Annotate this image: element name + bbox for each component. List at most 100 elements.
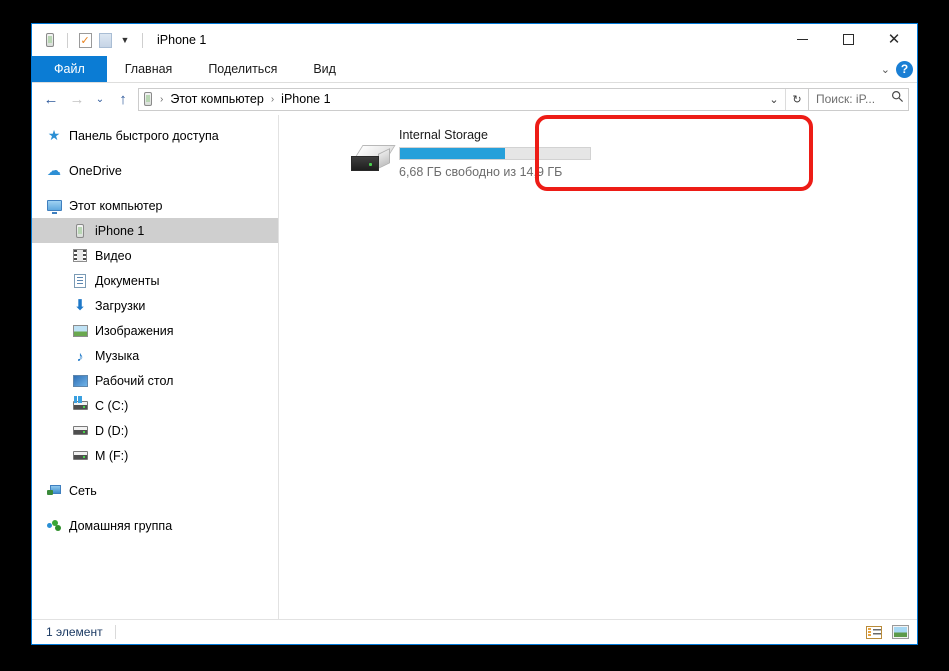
sidebar-item-network[interactable]: Сеть (32, 478, 278, 503)
sidebar-item-videos[interactable]: Видео (32, 243, 278, 268)
quick-access-toolbar: ✓ ▼ (32, 30, 150, 50)
window-controls: ✕ (779, 24, 917, 55)
details-view-button[interactable] (865, 624, 883, 640)
storage-progress-bar (399, 146, 591, 160)
sidebar-item-label: OneDrive (69, 163, 122, 178)
tab-view[interactable]: Вид (295, 56, 354, 82)
navigation-pane: ★ Панель быстрого доступа ☁ OneDrive Это… (32, 115, 279, 619)
address-device-icon (139, 92, 156, 106)
new-folder-icon[interactable] (95, 30, 115, 50)
sidebar-item-label: Домашняя группа (69, 518, 173, 533)
breadcrumb-separator-1: › (160, 93, 164, 105)
homegroup-icon (46, 518, 62, 534)
tab-file[interactable]: Файл (32, 56, 107, 82)
title-bar: ✓ ▼ iPhone 1 ✕ (32, 24, 917, 56)
sidebar-item-music[interactable]: ♪ Музыка (32, 343, 278, 368)
explorer-window: ✓ ▼ iPhone 1 ✕ Файл Главная Поделиться В… (31, 23, 918, 645)
refresh-icon[interactable]: ↻ (785, 88, 808, 110)
address-dropdown-icon[interactable]: ⌄ (763, 89, 785, 110)
storage-progress-fill (400, 147, 505, 159)
phone-icon (72, 223, 88, 239)
sidebar-item-label: Панель быстрого доступа (69, 128, 219, 143)
desktop-icon (72, 373, 88, 389)
sidebar-item-label: Сеть (69, 483, 97, 498)
drive-icon (72, 423, 88, 439)
up-button[interactable]: ↑ (110, 86, 136, 112)
maximize-button[interactable] (825, 24, 871, 55)
document-icon (72, 273, 88, 289)
view-mode-buttons (865, 624, 909, 640)
sidebar-item-label: D (D:) (95, 423, 129, 438)
properties-icon[interactable]: ✓ (75, 30, 95, 50)
sidebar-item-quick-access[interactable]: ★ Панель быстрого доступа (32, 123, 278, 148)
sidebar-item-label: Видео (95, 248, 132, 263)
sidebar-item-this-pc[interactable]: Этот компьютер (32, 193, 278, 218)
sidebar-item-iphone-1[interactable]: iPhone 1 (32, 218, 278, 243)
sidebar-item-downloads[interactable]: ⬇ Загрузки (32, 293, 278, 318)
sidebar-item-pictures[interactable]: Изображения (32, 318, 278, 343)
sidebar-item-desktop[interactable]: Рабочий стол (32, 368, 278, 393)
video-icon (72, 248, 88, 264)
recent-locations-button[interactable]: ⌄ (90, 86, 110, 112)
ribbon-tabs: Файл Главная Поделиться Вид ⌄ ? (32, 56, 917, 83)
cloud-icon: ☁ (47, 162, 61, 178)
customize-qat-dropdown[interactable]: ▼ (115, 30, 135, 50)
sidebar-item-documents[interactable]: Документы (32, 268, 278, 293)
music-icon: ♪ (76, 347, 84, 364)
windows-drive-icon (72, 396, 88, 414)
star-icon: ★ (47, 127, 61, 143)
status-bar: 1 элемент (32, 619, 917, 644)
drive-info: Internal Storage 6,68 ГБ свободно из 14,… (397, 127, 591, 179)
back-button[interactable]: ← (38, 86, 64, 112)
navigation-bar: ← → ⌄ ↑ › Этот компьютер › iPhone 1 ⌄ ↻ … (32, 83, 917, 115)
breadcrumb-this-pc[interactable]: Этот компьютер (167, 92, 266, 106)
internal-storage-icon (345, 135, 397, 172)
large-icons-view-button[interactable] (891, 624, 909, 640)
sidebar-item-label: Изображения (95, 323, 174, 338)
search-icon[interactable] (891, 90, 904, 108)
chevron-down-icon[interactable]: ⌄ (881, 63, 890, 76)
explorer-body: ★ Панель быстрого доступа ☁ OneDrive Это… (32, 115, 917, 619)
drive-item-internal-storage[interactable]: Internal Storage 6,68 ГБ свободно из 14,… (339, 123, 591, 183)
sidebar-item-drive-d[interactable]: D (D:) (32, 418, 278, 443)
status-divider (114, 625, 116, 639)
sidebar-item-label: iPhone 1 (95, 223, 145, 238)
drive-icon (72, 448, 88, 464)
sidebar-item-label: M (F:) (95, 448, 129, 463)
drive-name: Internal Storage (399, 127, 488, 142)
help-icon[interactable]: ? (896, 60, 913, 78)
search-placeholder: Поиск: iP... (816, 92, 876, 106)
sidebar-item-homegroup[interactable]: Домашняя группа (32, 513, 278, 538)
drive-capacity-text: 6,68 ГБ свободно из 14,9 ГБ (399, 164, 563, 179)
breadcrumb-iphone[interactable]: iPhone 1 (278, 92, 333, 106)
sidebar-item-label: C (C:) (95, 398, 129, 413)
close-button[interactable]: ✕ (871, 24, 917, 55)
breadcrumb-separator-2: › (270, 93, 275, 105)
sidebar-item-label: Рабочий стол (95, 373, 174, 388)
sidebar-item-label: Документы (95, 273, 160, 288)
item-count-label: 1 элемент (46, 625, 103, 639)
download-icon: ⬇ (73, 297, 87, 314)
monitor-icon (46, 198, 62, 214)
sidebar-item-drive-m[interactable]: M (F:) (32, 443, 278, 468)
sidebar-item-onedrive[interactable]: ☁ OneDrive (32, 158, 278, 183)
ribbon-right-controls: ⌄ ? (881, 56, 913, 82)
pictures-icon (72, 323, 88, 339)
sidebar-item-label: Музыка (95, 348, 140, 363)
address-bar-buttons: ⌄ ↻ (763, 88, 808, 110)
tab-home[interactable]: Главная (107, 56, 191, 82)
file-list-pane[interactable]: Internal Storage 6,68 ГБ свободно из 14,… (279, 115, 917, 619)
forward-button: → (69, 90, 85, 108)
sidebar-item-label: Этот компьютер (69, 198, 163, 213)
sidebar-item-drive-c[interactable]: C (C:) (32, 393, 278, 418)
device-icon (40, 30, 60, 50)
tab-share[interactable]: Поделиться (190, 56, 295, 82)
minimize-button[interactable] (779, 24, 825, 55)
search-box[interactable]: Поиск: iP... (809, 87, 909, 111)
address-bar[interactable]: › Этот компьютер › iPhone 1 ⌄ ↻ (138, 87, 809, 111)
network-icon (46, 483, 62, 499)
